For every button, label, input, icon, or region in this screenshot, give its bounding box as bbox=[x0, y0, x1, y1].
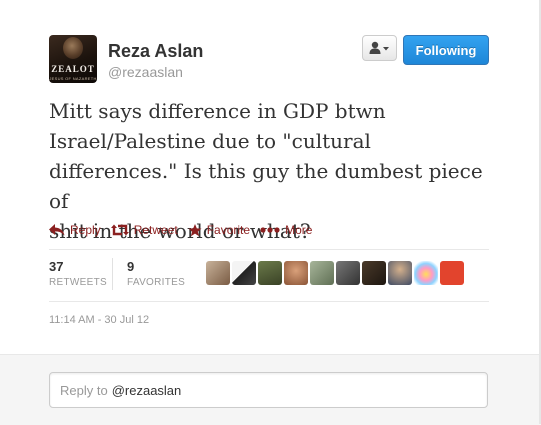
favoriter-avatar[interactable] bbox=[310, 261, 334, 285]
favoriter-avatar[interactable] bbox=[232, 261, 256, 285]
retweet-action[interactable]: Retweet bbox=[110, 223, 178, 237]
avatar[interactable]: ZEALOT JESUS OF NAZARETH bbox=[49, 35, 97, 83]
tweet-card: ZEALOT JESUS OF NAZARETH Reza Aslan @rez… bbox=[0, 0, 541, 425]
divider bbox=[49, 301, 489, 302]
reply-icon bbox=[49, 224, 65, 236]
avatar-book-title: ZEALOT bbox=[51, 64, 95, 74]
more-dots-icon bbox=[260, 227, 280, 233]
favoriter-avatar[interactable] bbox=[206, 261, 230, 285]
display-name[interactable]: Reza Aslan bbox=[108, 41, 203, 62]
favorites-count: 9 bbox=[127, 259, 135, 274]
tweet-actions: Reply Retweet Favorite More bbox=[49, 220, 322, 240]
tweet-line: Mitt says difference in GDP btwn bbox=[49, 99, 386, 123]
favorites-label: FAVORITES bbox=[127, 277, 186, 288]
reply-label: Reply bbox=[70, 223, 101, 237]
user-handle[interactable]: @rezaaslan bbox=[108, 64, 183, 80]
retweet-icon bbox=[110, 224, 129, 236]
reply-prefix: Reply to bbox=[60, 382, 108, 398]
favoriter-avatar[interactable] bbox=[388, 261, 412, 285]
retweets-label: RETWEETS bbox=[49, 277, 107, 288]
retweets-stat[interactable]: 37 RETWEETS bbox=[49, 259, 107, 288]
following-button[interactable]: Following bbox=[403, 35, 489, 65]
favoriters-avatars bbox=[206, 261, 466, 285]
stat-divider bbox=[112, 258, 113, 290]
avatar-face bbox=[63, 37, 83, 59]
person-dropdown-icon bbox=[369, 41, 389, 54]
favoriter-avatar[interactable] bbox=[440, 261, 464, 285]
avatar-book-subtitle: JESUS OF NAZARETH bbox=[49, 76, 97, 81]
tweet-timestamp[interactable]: 11:14 AM - 30 Jul 12 bbox=[49, 314, 149, 326]
star-icon bbox=[188, 223, 202, 236]
favoriter-avatar[interactable] bbox=[362, 261, 386, 285]
retweet-label: Retweet bbox=[133, 223, 178, 237]
user-actions-button[interactable] bbox=[362, 35, 397, 61]
more-label: More bbox=[285, 223, 313, 237]
divider bbox=[49, 249, 489, 250]
favoriter-avatar[interactable] bbox=[258, 261, 282, 285]
favoriter-avatar[interactable] bbox=[336, 261, 360, 285]
tweet-line: differences." Is this guy the dumbest pi… bbox=[49, 159, 483, 213]
favoriter-avatar[interactable] bbox=[284, 261, 308, 285]
favorite-label: Favorite bbox=[206, 223, 251, 237]
retweets-count: 37 bbox=[49, 259, 64, 274]
more-action[interactable]: More bbox=[260, 223, 312, 237]
tweet-line: Israel/Palestine due to "cultural bbox=[49, 129, 371, 153]
reply-input[interactable]: Reply to @rezaaslan bbox=[49, 372, 488, 408]
reply-mention: @rezaaslan bbox=[111, 382, 182, 398]
favorites-stat[interactable]: 9 FAVORITES bbox=[127, 259, 185, 288]
favorite-action[interactable]: Favorite bbox=[188, 223, 250, 237]
reply-action[interactable]: Reply bbox=[49, 223, 101, 237]
favoriter-avatar[interactable] bbox=[414, 261, 438, 285]
